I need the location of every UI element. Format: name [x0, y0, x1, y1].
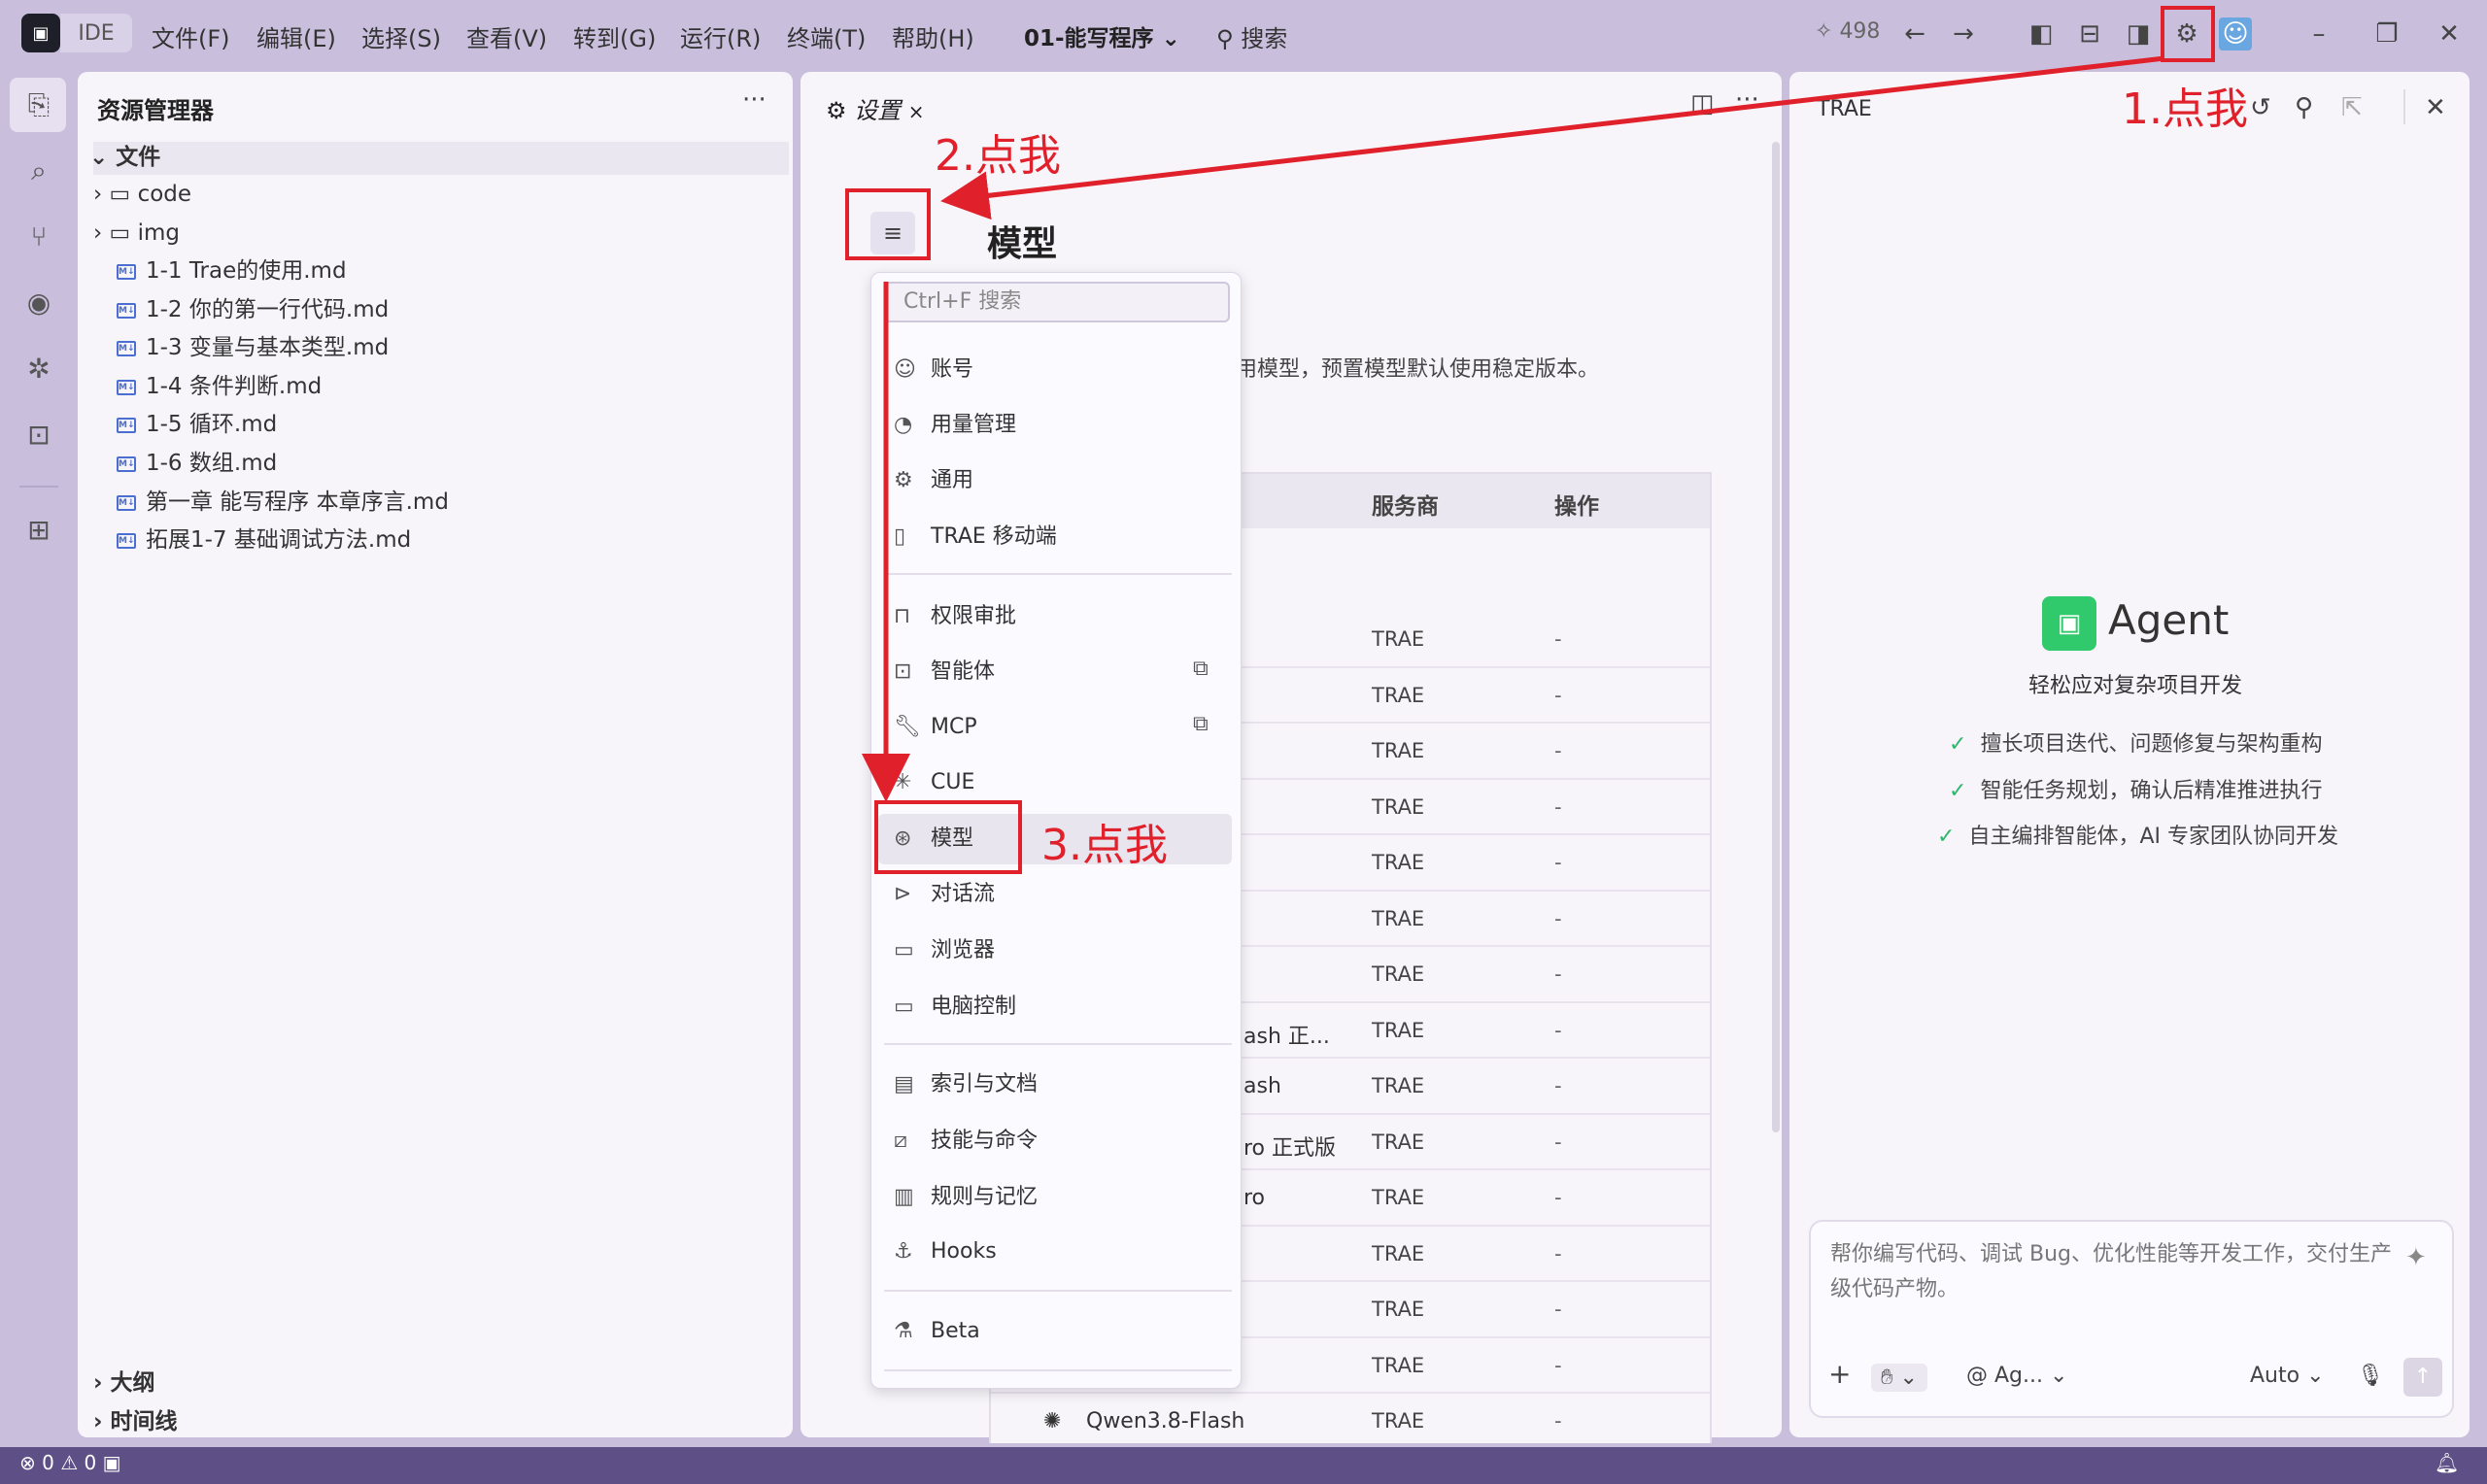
annotation-arrows [862, 55, 2165, 802]
arrow-step1-to-step2 [940, 55, 2165, 220]
